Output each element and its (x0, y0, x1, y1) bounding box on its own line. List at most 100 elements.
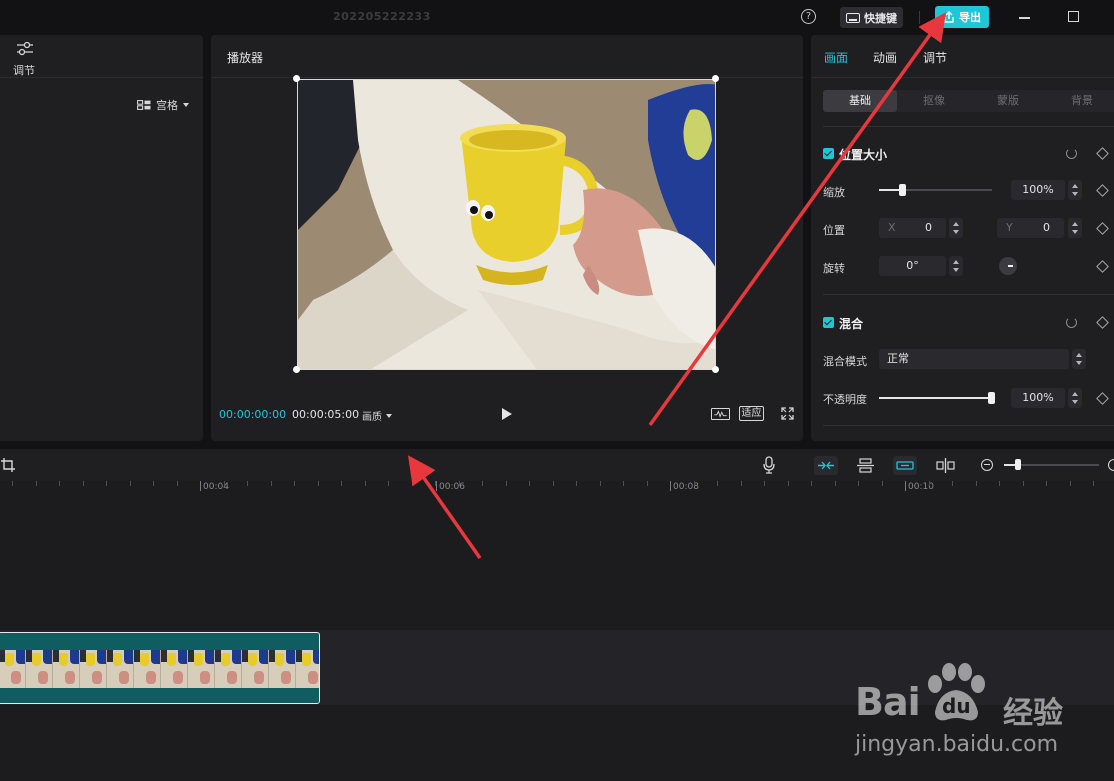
keyframe-icon[interactable] (1096, 147, 1109, 160)
maximize-button[interactable] (1068, 11, 1079, 22)
zoom-in-icon[interactable] (1108, 459, 1114, 471)
rotate-label: 旋转 (823, 262, 845, 275)
adjust-tab-label[interactable]: 调节 (13, 62, 35, 78)
ruler-tick (459, 481, 460, 486)
ruler-tick (130, 481, 131, 486)
blend-mode-stepper[interactable] (1072, 349, 1086, 369)
thumbnail-detail (16, 650, 25, 664)
current-time: 00:00:00:00 (219, 408, 287, 421)
zoom-out-icon[interactable] (981, 459, 993, 471)
waveform-icon[interactable] (711, 408, 730, 420)
rotate-field[interactable]: 0° (879, 256, 946, 276)
opacity-field[interactable]: 100% (1011, 388, 1065, 408)
ruler-tick (1093, 481, 1094, 486)
play-icon[interactable] (502, 408, 512, 420)
thumbnail-detail (146, 671, 156, 684)
subtab-mask[interactable]: 蒙版 (971, 90, 1045, 112)
keyframe-icon[interactable] (1096, 392, 1109, 405)
ruler-tick (835, 481, 836, 486)
subtab-matting[interactable]: 抠像 (897, 90, 971, 112)
tab-picture[interactable]: 画面 (824, 49, 848, 66)
clip-thumbnail (269, 650, 296, 688)
ruler-tick (929, 481, 930, 486)
watermark-logo-du: du (942, 694, 971, 718)
ruler-tick (529, 481, 530, 486)
opacity-slider-knob[interactable] (988, 392, 995, 404)
player-panel: 播放器 00:00:00:00 00:00:05:00 画质 适应 (211, 35, 803, 441)
resize-handle[interactable] (712, 75, 719, 82)
layout-label: 宫格 (156, 99, 178, 112)
help-icon[interactable]: ? (801, 9, 816, 24)
position-x-field[interactable]: X 0 (879, 218, 946, 238)
auto-snap-icon[interactable] (856, 457, 875, 474)
subtab-basic[interactable]: 基础 (823, 90, 897, 112)
resize-handle[interactable] (712, 366, 719, 373)
tab-animation[interactable]: 动画 (873, 49, 897, 66)
thumbnail-detail (302, 653, 311, 666)
fit-ratio-button[interactable]: 适应 (739, 406, 764, 421)
rotate-dial[interactable] (999, 257, 1017, 275)
scale-stepper[interactable] (1068, 180, 1082, 200)
thumbnail-detail (286, 650, 295, 664)
opacity-slider-fill (879, 397, 992, 399)
scale-slider-knob[interactable] (898, 184, 906, 196)
thumbnail-detail (232, 650, 241, 664)
keyframe-icon[interactable] (1096, 260, 1109, 273)
ruler-tick (576, 481, 577, 486)
clip-thumbnail (161, 650, 188, 688)
ruler-tick (247, 481, 248, 486)
shortcut-button[interactable]: 快捷键 (840, 7, 903, 28)
crop-icon[interactable] (0, 457, 16, 473)
position-x-stepper[interactable] (949, 218, 963, 238)
resize-handle[interactable] (293, 366, 300, 373)
video-preview[interactable] (297, 79, 716, 370)
ruler-label: 00:08 (673, 482, 699, 492)
position-size-checkbox[interactable] (823, 148, 834, 159)
title-bar: 202205222233 ? 快捷键 导出 (0, 0, 1114, 35)
scale-field[interactable]: 100% (1011, 180, 1065, 200)
video-clip[interactable] (0, 632, 320, 704)
ruler-tick (1023, 481, 1024, 486)
opacity-stepper[interactable] (1068, 388, 1082, 408)
thumbnail-detail (275, 653, 284, 666)
adjust-icon[interactable] (16, 41, 34, 57)
layout-selector[interactable]: 宫格 (137, 97, 189, 113)
resize-handle[interactable] (293, 75, 300, 82)
ruler-tick (412, 481, 413, 486)
fullscreen-icon[interactable] (781, 407, 794, 420)
zoom-slider-knob[interactable] (1015, 459, 1021, 470)
blend-mode-select[interactable]: 正常 (879, 349, 1069, 369)
export-button[interactable]: 导出 (935, 6, 989, 28)
keyframe-icon[interactable] (1096, 184, 1109, 197)
reset-icon[interactable] (1066, 317, 1077, 328)
position-y-stepper[interactable] (1068, 218, 1082, 238)
minimize-button[interactable] (1019, 17, 1030, 19)
thumbnail-detail (227, 671, 237, 684)
time-ruler[interactable]: 00:04 00:06 00:08 00:10 (0, 481, 1114, 495)
keyframe-icon[interactable] (1096, 222, 1109, 235)
rotate-stepper[interactable] (949, 256, 963, 276)
x-value: 0 (925, 221, 932, 234)
ruler-tick (788, 481, 789, 486)
blend-checkbox[interactable] (823, 317, 834, 328)
blend-title: 混合 (839, 317, 864, 331)
thumbnail-detail (97, 650, 106, 664)
reset-icon[interactable] (1066, 148, 1077, 159)
ruler-tick (976, 481, 977, 486)
total-duration: 00:00:05:00 (292, 408, 360, 421)
thumbnail-detail (113, 653, 122, 666)
materials-panel: 调节 宫格 (0, 35, 203, 441)
preview-axis-icon[interactable] (936, 457, 955, 474)
position-y-field[interactable]: Y 0 (997, 218, 1064, 238)
microphone-icon[interactable] (762, 456, 776, 474)
clip-thumbnail (80, 650, 107, 688)
thumbnail-detail (59, 653, 68, 666)
y-placeholder: Y (1006, 221, 1013, 234)
divider (823, 294, 1114, 295)
quality-selector[interactable]: 画质 (362, 408, 392, 423)
keyframe-icon[interactable] (1096, 316, 1109, 329)
subtab-background[interactable]: 背景 (1045, 90, 1114, 112)
tab-adjust[interactable]: 调节 (923, 49, 947, 66)
clip-thumbnail (215, 650, 242, 688)
clip-thumbnail (296, 650, 319, 688)
